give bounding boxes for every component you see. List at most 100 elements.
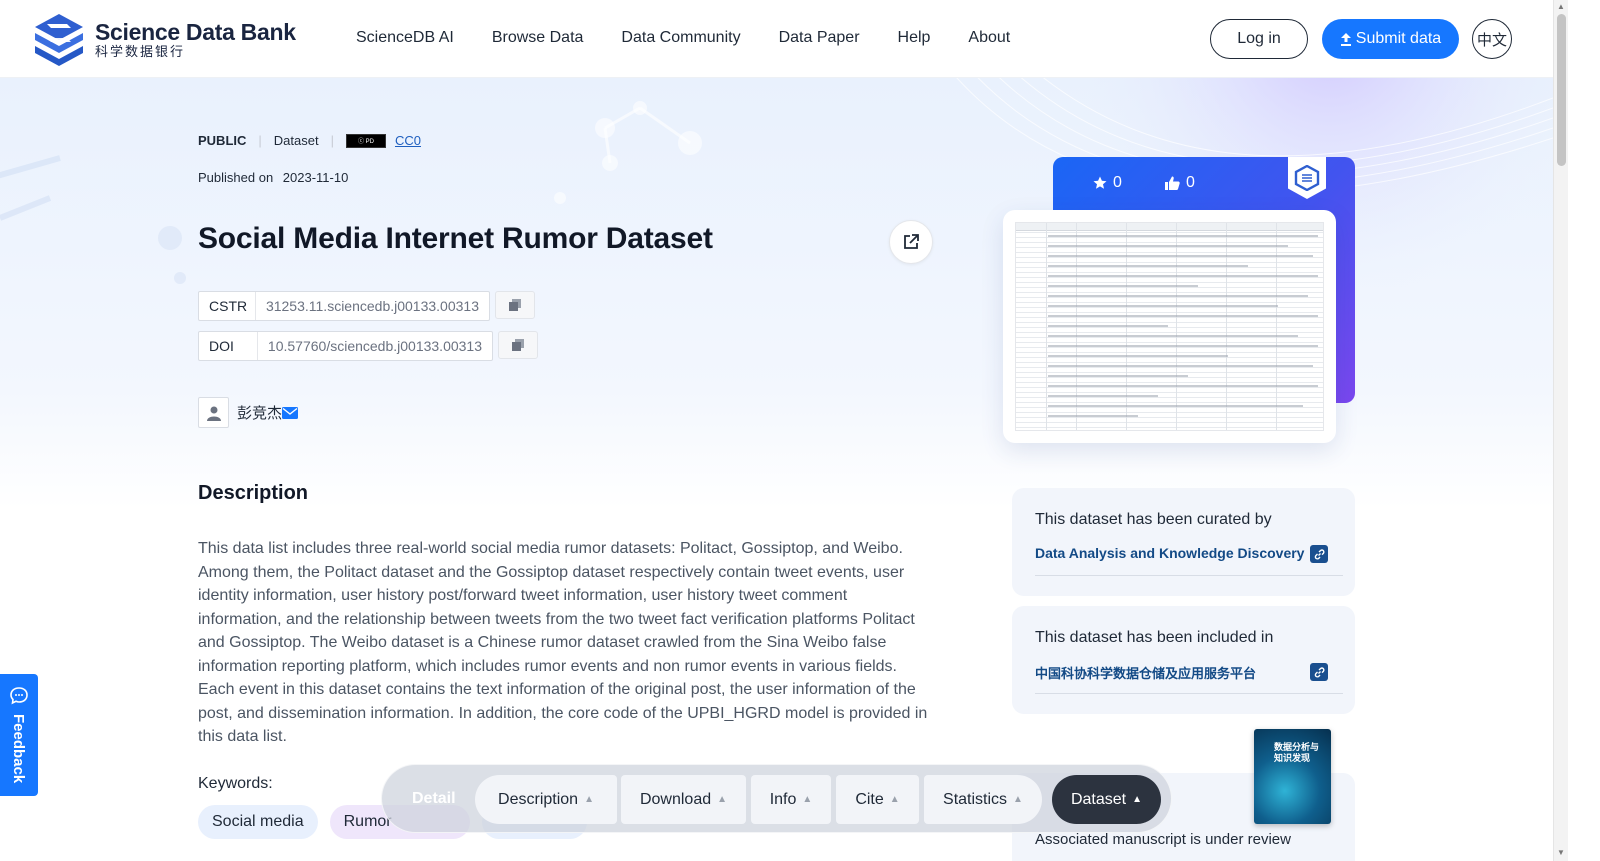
keywords-label: Keywords: [198,775,273,792]
dataset-meta: PUBLIC | Dataset | ⓒ PD CC0 [198,133,421,148]
chevron-up-icon: ▲ [1132,794,1143,805]
link-icon[interactable] [1310,663,1328,681]
section-nav-download[interactable]: Download ▲ [621,775,746,824]
page-scrollbar[interactable]: ▲ ▼ [1553,0,1568,861]
data-preview-card[interactable] [1003,210,1336,443]
scroll-thumb[interactable] [1557,14,1566,166]
description-heading: Description [198,482,309,504]
nav-item-data-community[interactable]: Data Community [621,29,740,47]
star-count[interactable]: 0 [1093,174,1122,192]
divider [1035,575,1343,576]
feedback-tab[interactable]: Feedback [0,674,38,796]
curated-card: This dataset has been curated by Data An… [1012,488,1355,596]
license-link[interactable]: CC0 [395,133,421,148]
manuscript-status: Associated manuscript is under review [1035,831,1291,848]
sciencedb-hex-icon [1294,165,1320,191]
nav-item-data-paper[interactable]: Data Paper [779,29,860,47]
brand-name: Science Data Bank [95,19,296,45]
chevron-up-icon: ▲ [1013,794,1023,805]
chevron-up-icon: ▲ [717,794,728,805]
cstr-value: 31253.11.sciencedb.j00133.00313 [265,298,479,314]
meta-divider: | [258,133,262,148]
user-icon [206,406,221,421]
site-header: Science Data Bank 科学数据银行 ScienceDB AI Br… [0,0,1553,78]
curated-title: This dataset has been curated by [1035,511,1272,528]
page-title: Social Media Internet Rumor Dataset [198,222,713,255]
copy-doi-button[interactable] [498,331,538,359]
doi-label: DOI [199,332,258,360]
copy-icon [509,299,521,311]
chevron-up-icon: ▲ [889,794,900,805]
dataset-type: Dataset [273,133,319,148]
doi-field: DOI 10.57760/sciencedb.j00133.00313 [198,331,493,361]
journal-cover-title: 数据分析与 知识发现 [1274,743,1320,764]
copy-cstr-button[interactable] [495,291,535,319]
science-data-bank-logo-icon [35,14,83,66]
published-info: Published on 2023-11-10 [198,170,348,185]
curated-link[interactable]: Data Analysis and Knowledge Discovery [1035,545,1304,561]
nav-item-help[interactable]: Help [898,29,931,47]
feedback-label: Feedback [10,714,27,784]
main-nav: ScienceDB AI Browse Data Data Community … [356,29,1010,47]
included-link[interactable]: 中国科协科学数据仓储及应用服务平台 [1035,663,1256,682]
published-label: Published on [198,170,274,185]
link-icon[interactable] [1310,545,1328,563]
nav-item-about[interactable]: About [968,29,1010,47]
chain-link-icon [1314,666,1325,678]
visibility-badge: PUBLIC [198,133,247,148]
external-link-icon [904,234,919,249]
like-count-value: 0 [1186,174,1195,191]
star-icon [1093,176,1107,189]
meta-divider: | [330,133,334,148]
section-nav-info[interactable]: Info ▲ [751,775,831,824]
author-name[interactable]: 彭竞杰 [237,402,282,423]
submit-data-label: Submit data [1355,30,1442,47]
scroll-down-arrow-icon[interactable]: ▼ [1557,848,1565,857]
chevron-up-icon: ▲ [584,794,594,805]
nav-item-browse-data[interactable]: Browse Data [492,29,584,47]
section-nav-statistics[interactable]: Statistics ▲ [924,775,1042,824]
site-logo[interactable]: Science Data Bank 科学数据银行 [31,12,296,68]
section-nav-bar: Detail Description ▲ Download ▲ Info ▲ Cite… [381,764,1172,833]
avatar [198,397,229,428]
cstr-label: CSTR [199,292,256,320]
included-card: This dataset has been included in 中国科协科学… [1012,606,1355,714]
doi-value: 10.57760/sciencedb.j00133.00313 [267,338,482,354]
feedback-icon [10,687,28,705]
cstr-field: CSTR 31253.11.sciencedb.j00133.00313 [198,291,490,321]
divider [1035,693,1343,694]
email-icon[interactable] [282,406,299,419]
spreadsheet-preview [1015,222,1324,431]
section-nav-dataset[interactable]: Dataset ▲ [1052,775,1161,824]
description-text: This data list includes three real-world… [198,540,928,745]
section-nav-detail[interactable]: Detail [412,790,456,808]
login-button[interactable]: Log in [1210,19,1308,59]
submit-data-button[interactable]: Submit data [1322,19,1459,59]
scroll-up-arrow-icon[interactable]: ▲ [1557,2,1565,11]
copy-icon [512,339,524,351]
author[interactable]: 彭竞杰 [198,397,299,428]
section-nav-description[interactable]: Description ▲ [475,775,617,824]
published-date: 2023-11-10 [282,170,349,185]
upload-icon [1340,32,1351,46]
language-toggle[interactable]: 中文 [1472,19,1512,59]
section-nav-cite[interactable]: Cite ▲ [836,775,919,824]
thumbs-up-icon [1165,176,1180,190]
share-button[interactable] [889,220,933,264]
journal-cover-image[interactable]: 数据分析与 知识发现 [1254,729,1331,824]
keyword-tag[interactable]: Social media [198,805,318,839]
star-count-value: 0 [1113,174,1122,191]
section-nav-label: Info [769,790,797,808]
brand-name-cn: 科学数据银行 [95,44,186,59]
chain-link-icon [1314,548,1325,560]
chevron-up-icon: ▲ [802,794,813,805]
nav-item-sciencedb-ai[interactable]: ScienceDB AI [356,29,454,47]
section-nav-label: Dataset [1070,790,1127,808]
section-nav-label: Statistics [943,790,1008,808]
section-nav-label: Description [498,790,579,808]
like-count[interactable]: 0 [1165,174,1195,192]
section-nav-label: Cite [855,790,884,808]
section-nav-label: Download [639,790,712,808]
included-title: This dataset has been included in [1035,629,1274,646]
public-domain-license-icon: ⓒ PD [345,133,386,148]
